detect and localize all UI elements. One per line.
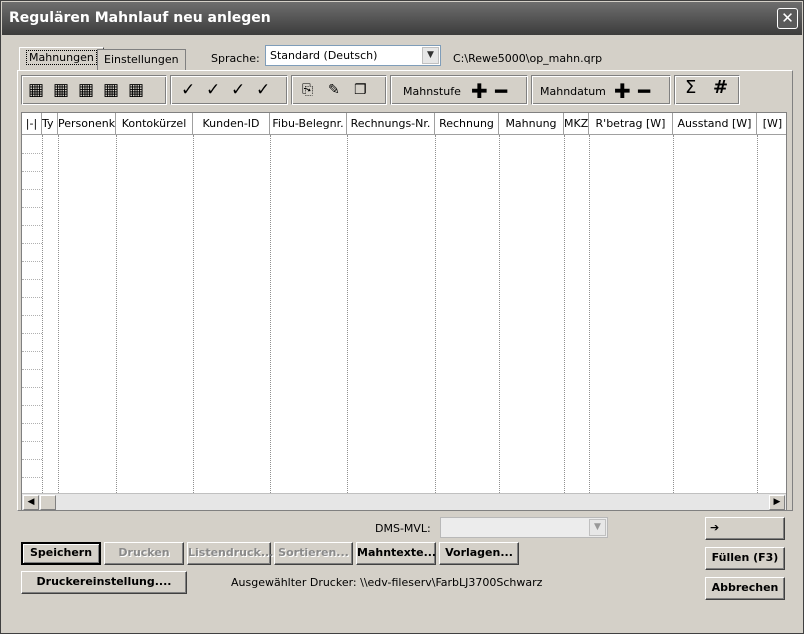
check-icon-3[interactable]: ✓ bbox=[231, 81, 245, 99]
row-separator bbox=[22, 441, 42, 442]
mahnungen-grid[interactable]: |-| Ty Personenk Kontokürzel Kunden-ID F… bbox=[21, 112, 787, 511]
mahnstufe-minus-icon[interactable]: ━ bbox=[495, 79, 507, 103]
row-separator bbox=[22, 189, 42, 190]
chevron-down-icon[interactable]: ▼ bbox=[422, 47, 439, 64]
row-separator bbox=[22, 315, 42, 316]
horizontal-scrollbar[interactable]: ◀ ▶ bbox=[22, 493, 786, 510]
close-icon[interactable]: ✕ bbox=[777, 8, 798, 29]
title-bar: Regulären Mahnlauf neu anlegen ✕ bbox=[2, 2, 802, 35]
chevron-down-icon[interactable]: ▼ bbox=[589, 519, 606, 536]
copy-icon[interactable]: ⎘ bbox=[302, 81, 313, 99]
col-header[interactable]: Fibu-Belegnr. bbox=[270, 113, 347, 135]
row-separator bbox=[22, 225, 42, 226]
grid-icon-2[interactable]: ▦ bbox=[53, 81, 69, 99]
toolbar-doc-group: ⎘ ✎ ❐ bbox=[291, 75, 387, 105]
row-separator bbox=[22, 459, 42, 460]
scroll-right-icon[interactable]: ▶ bbox=[769, 495, 785, 510]
row-separator bbox=[22, 207, 42, 208]
dialog-client: Mahnungen Einstellungen Sprache: Standar… bbox=[9, 39, 797, 627]
row-separator bbox=[22, 153, 42, 154]
grid-icon-5[interactable]: ▦ bbox=[128, 81, 144, 99]
grid-icon-3[interactable]: ▦ bbox=[78, 81, 94, 99]
row-separator bbox=[22, 243, 42, 244]
col-header[interactable]: Mahnung bbox=[499, 113, 564, 135]
tab-einstellungen-label: Einstellungen bbox=[104, 53, 179, 66]
col-header[interactable]: |-| bbox=[22, 113, 42, 135]
col-header[interactable]: Kontokürzel bbox=[116, 113, 193, 135]
row-separator bbox=[22, 171, 42, 172]
preview-doc-icon[interactable]: ❐ bbox=[354, 81, 367, 99]
fuellen-button[interactable]: Füllen (F3) bbox=[705, 547, 785, 570]
dialog-window: Regulären Mahnlauf neu anlegen ✕ Mahnung… bbox=[0, 0, 804, 634]
row-separator bbox=[22, 261, 42, 262]
row-separator bbox=[22, 387, 42, 388]
scroll-thumb[interactable] bbox=[40, 495, 56, 510]
row-separator bbox=[22, 423, 42, 424]
edit-doc-icon[interactable]: ✎ bbox=[328, 81, 340, 99]
toolbar-grid-group: ▦ ▦ ▦ ▦ ▦ bbox=[21, 75, 167, 105]
mahndatum-plus-icon[interactable]: ✚ bbox=[614, 79, 631, 103]
col-header[interactable]: Kunden-ID bbox=[193, 113, 270, 135]
col-header[interactable]: MKZ bbox=[564, 113, 589, 135]
col-header[interactable]: Rechnungs-Nr. bbox=[347, 113, 435, 135]
scroll-left-icon[interactable]: ◀ bbox=[23, 495, 39, 510]
sprache-label: Sprache: bbox=[211, 52, 260, 65]
toolbar-sum-group: Σ # bbox=[674, 75, 740, 105]
check-icon-1[interactable]: ✓ bbox=[181, 81, 195, 99]
abbrechen-button[interactable]: Abbrechen bbox=[705, 577, 785, 600]
tab-mahnungen-label: Mahnungen bbox=[26, 50, 97, 65]
row-separator bbox=[22, 351, 42, 352]
col-header[interactable]: Rechnung bbox=[435, 113, 499, 135]
col-header[interactable]: Ty bbox=[42, 113, 58, 135]
speichern-button[interactable]: Speichern bbox=[21, 542, 101, 565]
sprache-select[interactable]: Standard (Deutsch) ▼ bbox=[265, 45, 441, 66]
sortieren-button[interactable]: Sortieren... bbox=[274, 542, 353, 565]
report-path: C:\Rewe5000\op_mahn.qrp bbox=[453, 52, 603, 65]
dms-label: DMS-MVL: bbox=[375, 522, 431, 535]
row-separator bbox=[22, 297, 42, 298]
druckereinstellung-button[interactable]: Druckereinstellung.... bbox=[21, 571, 187, 594]
listendruck-button[interactable]: Listendruck... bbox=[187, 542, 273, 565]
vorlagen-button[interactable]: Vorlagen... bbox=[439, 542, 519, 565]
grid-header: |-| Ty Personenk Kontokürzel Kunden-ID F… bbox=[22, 113, 786, 135]
col-header[interactable]: [W] bbox=[757, 113, 786, 135]
mahnstufe-plus-icon[interactable]: ✚ bbox=[471, 79, 488, 103]
row-separator bbox=[22, 405, 42, 406]
row-separator bbox=[22, 279, 42, 280]
hash-icon[interactable]: # bbox=[713, 79, 728, 97]
col-header[interactable]: Personenk bbox=[58, 113, 116, 135]
sprache-value: Standard (Deutsch) bbox=[270, 49, 378, 62]
check-icon-2[interactable]: ✓ bbox=[206, 81, 220, 99]
mahnstufe-label: Mahnstufe bbox=[403, 85, 461, 98]
grid-icon-1[interactable]: ▦ bbox=[28, 81, 44, 99]
tab-einstellungen[interactable]: Einstellungen bbox=[97, 49, 186, 71]
sigma-icon[interactable]: Σ bbox=[685, 79, 696, 97]
drucken-button[interactable]: Drucken bbox=[104, 542, 184, 565]
toolbar-mahndatum-group: Mahndatum ✚ ━ bbox=[531, 75, 671, 105]
grid-icon-4[interactable]: ▦ bbox=[103, 81, 119, 99]
row-separator bbox=[22, 477, 42, 478]
arrow-right-button[interactable]: ➔ bbox=[705, 517, 785, 540]
toolbar-check-group: ✓ ✓ ✓ ✓ bbox=[170, 75, 288, 105]
col-header[interactable]: Ausstand [W] bbox=[673, 113, 757, 135]
row-separator bbox=[22, 333, 42, 334]
selected-printer: Ausgewählter Drucker: \\edv-fileserv\Far… bbox=[231, 576, 543, 589]
row-separator bbox=[22, 369, 42, 370]
toolbar-mahnstufe-group: Mahnstufe ✚ ━ bbox=[390, 75, 528, 105]
window-title: Regulären Mahnlauf neu anlegen bbox=[9, 10, 271, 26]
tab-mahnungen[interactable]: Mahnungen bbox=[19, 47, 104, 71]
mahndatum-label: Mahndatum bbox=[540, 85, 606, 98]
mahndatum-minus-icon[interactable]: ━ bbox=[638, 79, 650, 103]
check-icon-4[interactable]: ✓ bbox=[256, 81, 270, 99]
mahntexte-button[interactable]: Mahntexte... bbox=[356, 542, 436, 565]
col-header[interactable]: R'betrag [W] bbox=[589, 113, 673, 135]
dms-select[interactable]: ▼ bbox=[440, 517, 608, 538]
